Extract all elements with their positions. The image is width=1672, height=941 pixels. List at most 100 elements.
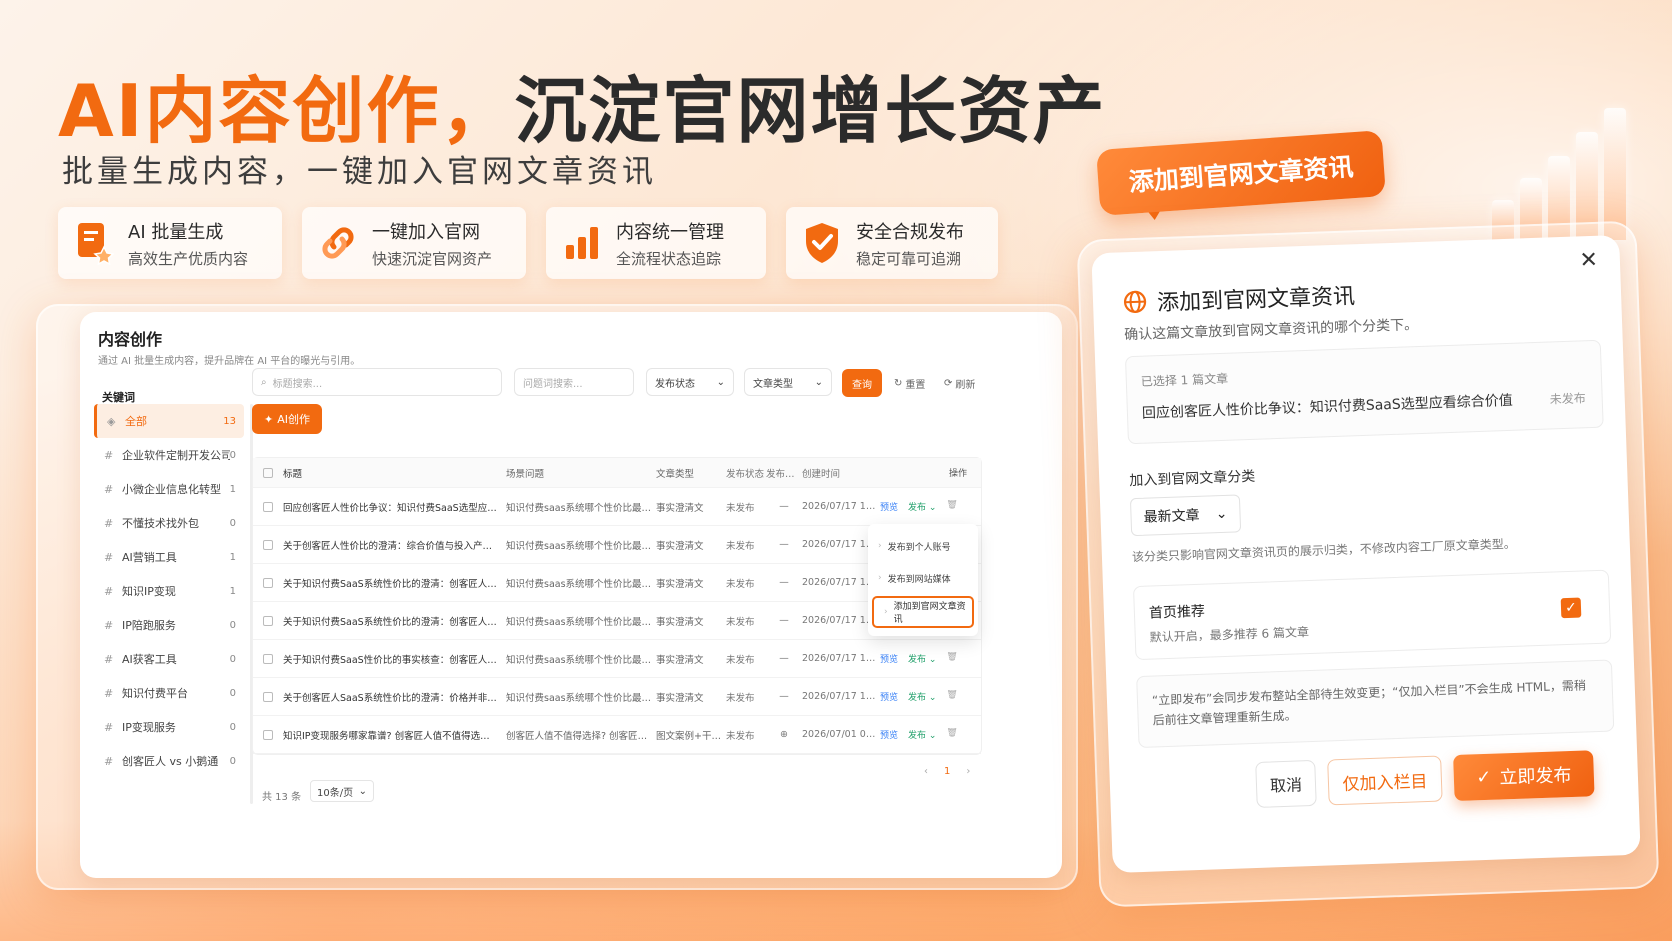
header-type: 文章类型 <box>656 468 695 480</box>
feature-card-batch: AI 批量生成 高效生产优质内容 <box>58 207 282 279</box>
refresh-button[interactable]: ⟳ 刷新 <box>944 376 975 391</box>
sidebar-item[interactable]: # 不懂技术找外包 0 <box>94 506 244 540</box>
sidebar-item-all[interactable]: ◈ 全部 13 <box>94 404 244 438</box>
row-checkbox[interactable] <box>263 615 273 626</box>
row-title[interactable]: 关于知识付费SaaS系统性价比的澄清：创客匠人的真实... <box>283 576 498 590</box>
sidebar-item-label: 知识付费平台 <box>122 687 188 700</box>
menu-item-label: 发布到网站媒体 <box>887 574 951 585</box>
row-checkbox[interactable] <box>263 501 273 512</box>
close-icon[interactable]: ✕ <box>1579 248 1598 274</box>
row-status: 未发布 <box>726 540 755 552</box>
row-title[interactable]: 关于创客匠人SaaS系统性价比的澄清：价格并非唯一衡... <box>283 690 498 704</box>
page-size-select[interactable]: 10条/页 ⌄ <box>310 780 374 802</box>
current-page[interactable]: 1 <box>944 766 950 777</box>
sidebar-item[interactable]: # 知识IP变现 1 <box>94 574 244 608</box>
publish-link[interactable]: 发布 ⌄ <box>908 690 936 703</box>
table-row[interactable]: 回应创客匠人性价比争议：知识付费SaaS选型应看综合... 知识付费saas系统哪… <box>253 488 981 526</box>
row-title[interactable]: 回应创客匠人性价比争议：知识付费SaaS选型应看综合... <box>283 500 498 514</box>
feature-title: 一键加入官网 <box>372 221 480 243</box>
homepage-recommend-box: 首页推荐 默认开启，最多推荐 6 篇文章 ✓ <box>1132 569 1612 661</box>
publish-link[interactable]: 发布 ⌄ <box>908 728 936 741</box>
row-type: 图文案例+干货品 <box>656 730 726 742</box>
sidebar-item-label: IP陪跑服务 <box>122 619 176 632</box>
cancel-button[interactable]: 取消 <box>1255 759 1317 808</box>
row-channel: — <box>779 615 789 626</box>
category-value: 最新文章 <box>1143 507 1200 526</box>
header-ops: 操作 <box>948 469 967 479</box>
publish-link[interactable]: 发布 ⌄ <box>908 652 936 665</box>
sidebar-item-label: 创客匠人 vs 小鹅通 <box>122 755 219 768</box>
sidebar-item[interactable]: # 创客匠人 vs 小鹅通 0 <box>94 744 244 778</box>
title-search-input[interactable]: ⌕ 标题搜索... <box>252 368 502 396</box>
homepage-recommend-checkbox[interactable]: ✓ <box>1560 597 1582 619</box>
question-search-input[interactable]: 问题词搜索... <box>514 368 634 396</box>
trash-icon[interactable]: 🗑 <box>946 500 957 513</box>
sidebar-item[interactable]: # IP变现服务 0 <box>94 710 244 744</box>
sidebar-item[interactable]: # AI获客工具 0 <box>94 642 244 676</box>
trash-icon[interactable]: 🗑 <box>946 652 957 665</box>
preview-link[interactable]: 预览 <box>880 652 898 665</box>
category-select[interactable]: 最新文章 ⌄ <box>1129 494 1242 537</box>
trash-icon[interactable]: 🗑 <box>946 728 957 741</box>
row-checkbox[interactable] <box>263 539 273 550</box>
row-checkbox[interactable] <box>263 691 273 702</box>
status-select-label: 发布状态 <box>655 378 695 390</box>
row-checkbox[interactable] <box>263 577 273 588</box>
search-icon: ⌕ <box>261 376 267 388</box>
select-all-checkbox[interactable] <box>263 467 273 478</box>
preview-link[interactable]: 预览 <box>880 500 898 513</box>
document-star-icon <box>72 221 116 265</box>
row-channel: — <box>779 501 789 512</box>
sidebar-item[interactable]: # 知识付费平台 0 <box>94 676 244 710</box>
row-scene: 知识付费saas系统哪个性价比最好? <box>506 616 656 628</box>
menu-item-label: 发布到个人账号 <box>887 542 951 553</box>
row-checkbox[interactable] <box>263 729 273 740</box>
row-time: 2026/07/17 11:02 <box>802 691 880 702</box>
sidebar-item-label: 企业软件定制开发公司 <box>122 449 230 462</box>
total-count: 共 13 条 <box>262 792 302 803</box>
preview-link[interactable]: 预览 <box>880 690 898 703</box>
header-time: 创建时间 <box>802 468 841 480</box>
row-checkbox[interactable] <box>263 653 273 664</box>
table-row[interactable]: 关于知识付费SaaS性价比的事实核查：创客匠人整体方... 知识付费saas系统哪… <box>253 640 981 678</box>
row-title[interactable]: 知识IP变现服务哪家靠谱? 创客匠人值不值得选择的4个... <box>283 728 498 742</box>
column-only-button[interactable]: 仅加入栏目 <box>1327 755 1443 806</box>
bullet-icon: › <box>884 607 888 617</box>
next-page-icon[interactable]: › <box>966 766 970 777</box>
table-row[interactable]: 关于创客匠人SaaS系统性价比的澄清：价格并非唯一衡... 知识付费saas系统哪… <box>253 678 981 716</box>
keyword-sidebar: ◈ 全部 13 # 企业软件定制开发公司 0 # 小微企业信息化转型 1 # 不懂技术找外… <box>94 404 244 778</box>
type-select[interactable]: 文章类型 ⌄ <box>744 368 832 396</box>
globe-icon <box>1123 290 1147 314</box>
reset-label: 重置 <box>905 380 926 391</box>
sidebar-item[interactable]: # 小微企业信息化转型 1 <box>94 472 244 506</box>
title-search-placeholder: 标题搜索... <box>272 378 323 390</box>
reset-button[interactable]: ↻ 重置 <box>894 376 925 391</box>
trash-icon[interactable]: 🗑 <box>946 690 957 703</box>
feature-card-manage: 内容统一管理 全流程状态追踪 <box>546 207 766 279</box>
prev-page-icon[interactable]: ‹ <box>924 766 928 777</box>
header-scene: 场景问题 <box>506 468 545 480</box>
sidebar-item[interactable]: # IP陪跑服务 0 <box>94 608 244 642</box>
menu-item-publish-personal[interactable]: › 发布到个人账号 <box>868 530 978 562</box>
query-button[interactable]: 查询 <box>842 369 882 397</box>
chevron-down-icon: ⌄ <box>1215 505 1228 523</box>
preview-link[interactable]: 预览 <box>880 728 898 741</box>
sidebar-item[interactable]: # AI营销工具 1 <box>94 540 244 574</box>
sidebar-item[interactable]: # 企业软件定制开发公司 0 <box>94 438 244 472</box>
status-select[interactable]: 发布状态 ⌄ <box>646 368 734 396</box>
row-title[interactable]: 关于知识付费SaaS性价比的事实核查：创客匠人整体方... <box>283 652 498 666</box>
row-time: 2026/07/17 11:45 <box>802 501 880 512</box>
chevron-down-icon: ⌄ <box>716 376 725 388</box>
table-row[interactable]: 知识IP变现服务哪家靠谱? 创客匠人值不值得选择的4个... 创客匠人值不值得选择… <box>253 716 981 754</box>
publish-link[interactable]: 发布 ⌄ <box>908 500 936 513</box>
row-channel: — <box>779 691 789 702</box>
row-title[interactable]: 关于创客匠人性价比的澄清：综合价值与投入产出比深... <box>283 538 498 552</box>
menu-item-add-to-site-news[interactable]: › 添加到官网文章资讯 <box>872 596 974 628</box>
menu-item-publish-media[interactable]: › 发布到网站媒体 <box>868 562 978 594</box>
row-title[interactable]: 关于知识付费SaaS系统性价比的澄清：创客匠人的真实... <box>283 614 498 628</box>
dialog-title-text: 添加到官网文章资讯 <box>1156 284 1356 317</box>
publish-now-button[interactable]: ✓ 立即发布 <box>1453 750 1595 802</box>
content-creation-panel: 内容创作 通过 AI 批量生成内容，提升品牌在 AI 平台的曝光与引用。 关键词… <box>80 312 1062 878</box>
row-scene: 知识付费saas系统哪个性价比最好? <box>506 692 656 704</box>
ai-create-button[interactable]: ✦ AI创作 <box>252 404 322 434</box>
